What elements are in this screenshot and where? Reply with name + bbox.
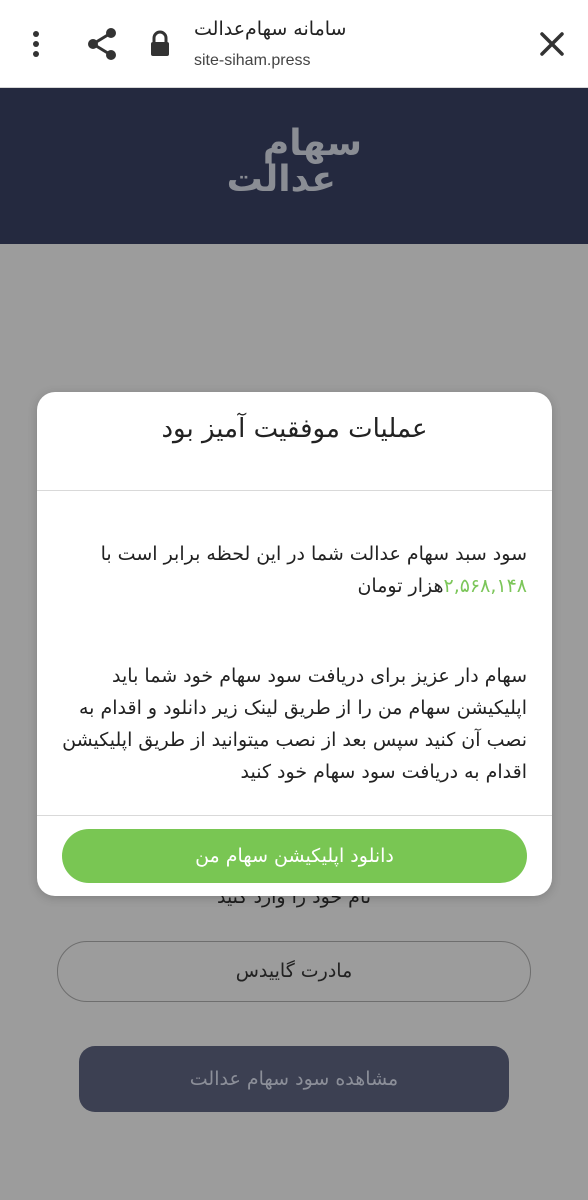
profit-text: سود سبد سهام عدالت شما در این لحظه برابر…	[100, 543, 527, 565]
success-dialog: عملیات موفقیت آمیز بود سود سبد سهام عدال…	[37, 392, 552, 896]
profit-unit: هزار تومان	[357, 575, 444, 597]
logo-line-1: سهام	[262, 123, 362, 164]
lock-icon	[151, 30, 169, 56]
view-profit-button[interactable]: مشاهده سود سهام عدالت	[79, 1046, 509, 1112]
name-input[interactable]: مادرت گاییدس	[57, 941, 531, 1002]
share-icon[interactable]	[84, 26, 120, 62]
close-icon[interactable]	[536, 28, 568, 60]
profit-message: سود سبد سهام عدالت شما در این لحظه برابر…	[61, 538, 527, 602]
more-vert-icon[interactable]	[24, 28, 48, 60]
profit-amount: ۲,۵۶۸,۱۴۸	[443, 575, 527, 597]
page-title: سامانه سهام‌عدالت	[194, 18, 347, 40]
logo-line-2: عدالت	[226, 159, 336, 200]
divider	[37, 815, 552, 816]
divider	[37, 490, 552, 491]
download-app-button[interactable]: دانلود اپلیکیشن سهام من	[62, 829, 527, 883]
browser-toolbar: سامانه سهام‌عدالت site-siham.press	[0, 0, 588, 88]
dialog-title: عملیات موفقیت آمیز بود	[161, 414, 428, 444]
site-logo: سهام عدالت	[218, 124, 368, 204]
instructions-text: سهام دار عزیز برای دریافت سود سهام خود ش…	[62, 665, 527, 783]
url-text[interactable]: site-siham.press	[194, 52, 310, 70]
